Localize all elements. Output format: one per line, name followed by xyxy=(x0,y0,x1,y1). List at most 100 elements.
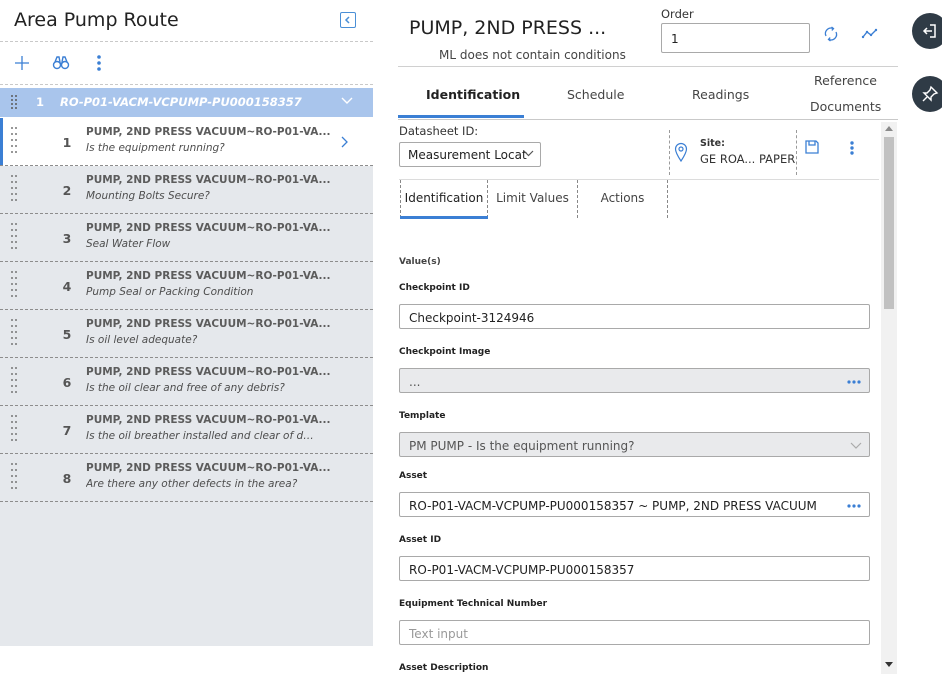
order-input[interactable]: 1 xyxy=(661,23,810,53)
item-title: PUMP, 2ND PRESS VACUUM~RO-P01-VA... xyxy=(86,318,331,330)
item-title: PUMP, 2ND PRESS VACUUM~RO-P01-VA... xyxy=(86,462,331,474)
scrollbar-thumb[interactable] xyxy=(884,137,894,309)
collapse-left-icon xyxy=(344,16,350,24)
ellipsis-icon[interactable] xyxy=(847,380,861,384)
drag-handle-icon[interactable] xyxy=(10,94,18,112)
drag-handle-icon[interactable] xyxy=(10,126,18,158)
drag-handle-icon[interactable] xyxy=(10,366,18,398)
checkpoint-image-field[interactable]: ... xyxy=(399,368,870,393)
values-section-label: Value(s) xyxy=(399,257,441,267)
chevron-down-icon xyxy=(850,442,862,449)
checkpoint-list: 1 PUMP, 2ND PRESS VACUUM~RO-P01-VA... Is… xyxy=(0,118,373,502)
drag-handle-icon[interactable] xyxy=(10,318,18,350)
vertical-ellipsis-icon xyxy=(97,55,101,71)
list-item[interactable]: 4 PUMP, 2ND PRESS VACUUM~RO-P01-VA... Pu… xyxy=(0,262,373,310)
route-header[interactable]: 1 RO-P01-VACM-VCPUMP-PU000158357 xyxy=(0,88,373,117)
chevron-right-icon[interactable] xyxy=(341,136,349,148)
vertical-ellipsis-icon[interactable] xyxy=(846,140,858,156)
list-empty-area xyxy=(0,502,373,646)
item-number: 2 xyxy=(62,183,72,198)
exit-icon xyxy=(922,24,936,38)
site-value: GE ROA... PAPER xyxy=(700,152,796,166)
list-item[interactable]: 8 PUMP, 2ND PRESS VACUUM~RO-P01-VA... Ar… xyxy=(0,454,373,502)
add-button[interactable] xyxy=(11,52,33,74)
template-select[interactable]: PM PUMP - Is the equipment running? xyxy=(399,432,870,457)
item-subtitle: Is the oil clear and free of any debris? xyxy=(86,382,285,394)
divider xyxy=(398,119,898,120)
drag-handle-icon[interactable] xyxy=(10,462,18,494)
list-item[interactable]: 7 PUMP, 2ND PRESS VACUUM~RO-P01-VA... Is… xyxy=(0,406,373,454)
template-value: PM PUMP - Is the equipment running? xyxy=(409,439,635,453)
refresh-icon[interactable] xyxy=(822,25,840,43)
collapse-panel-button[interactable] xyxy=(340,12,356,28)
asset-description-label: Asset Description xyxy=(399,663,489,673)
exit-button[interactable] xyxy=(912,13,942,49)
pin-icon xyxy=(922,85,939,102)
equipment-technical-number-label: Equipment Technical Number xyxy=(399,599,548,609)
subtab-limit-values[interactable]: Limit Values xyxy=(488,180,578,218)
item-number: 7 xyxy=(62,423,72,438)
checkpoint-id-input[interactable]: Checkpoint-3124946 xyxy=(399,304,870,329)
ellipsis-icon[interactable] xyxy=(847,504,861,508)
item-title: PUMP, 2ND PRESS VACUUM~RO-P01-VA... xyxy=(86,270,331,282)
drag-handle-icon[interactable] xyxy=(10,414,18,446)
asset-field[interactable]: RO-P01-VACM-VCPUMP-PU000158357 ~ PUMP, 2… xyxy=(399,492,870,517)
pin-button[interactable] xyxy=(912,76,942,112)
drag-handle-icon[interactable] xyxy=(10,270,18,302)
item-subtitle: Is oil level adequate? xyxy=(86,334,198,346)
item-number: 5 xyxy=(62,327,72,342)
route-number: 1 xyxy=(36,95,45,109)
save-icon[interactable] xyxy=(804,139,820,155)
find-button[interactable] xyxy=(50,52,72,74)
datasheet-label: Datasheet ID: xyxy=(399,124,479,138)
scroll-up-arrow-icon[interactable] xyxy=(885,126,893,131)
list-item[interactable]: 1 PUMP, 2ND PRESS VACUUM~RO-P01-VA... Is… xyxy=(0,118,373,166)
plus-icon xyxy=(15,56,29,70)
item-subtitle: Are there any other defects in the area? xyxy=(86,478,298,490)
item-title: PUMP, 2ND PRESS VACUUM~RO-P01-VA... xyxy=(86,126,331,138)
tab-schedule[interactable]: Schedule xyxy=(567,87,624,102)
location-pin-icon xyxy=(674,142,688,162)
subtab-identification[interactable]: Identification xyxy=(400,180,488,218)
ml-status-text: ML does not contain conditions xyxy=(439,48,626,62)
divider xyxy=(669,130,670,175)
side-action-bar xyxy=(898,0,942,678)
divider xyxy=(0,84,373,85)
checkpoint-image-value: ... xyxy=(409,375,421,389)
list-item[interactable]: 6 PUMP, 2ND PRESS VACUUM~RO-P01-VA... Is… xyxy=(0,358,373,406)
chevron-down-icon xyxy=(523,150,534,157)
tab-reference-documents[interactable]: Reference xyxy=(814,73,877,88)
equipment-technical-number-input[interactable]: Text input xyxy=(399,620,870,645)
scroll-down-arrow-icon[interactable] xyxy=(885,662,893,667)
datasheet-select[interactable]: Measurement Locat xyxy=(399,142,541,167)
item-number: 1 xyxy=(62,135,72,150)
item-number: 8 xyxy=(62,471,72,486)
item-subtitle: Is the equipment running? xyxy=(86,142,225,154)
item-number: 3 xyxy=(62,231,72,246)
route-label: RO-P01-VACM-VCPUMP-PU000158357 xyxy=(60,95,302,109)
tab-identification[interactable]: Identification xyxy=(426,87,520,102)
item-subtitle: Mounting Bolts Secure? xyxy=(86,190,210,202)
item-title: PUMP, 2ND PRESS VACUUM~RO-P01-VA... xyxy=(86,222,331,234)
site-label: Site: xyxy=(700,138,725,149)
route-panel: Area Pump Route 1 RO-P01-VACM-VCPUMP-PU0… xyxy=(0,0,373,678)
drag-handle-icon[interactable] xyxy=(10,174,18,206)
chevron-down-icon[interactable] xyxy=(341,97,353,105)
asset-value: RO-P01-VACM-VCPUMP-PU000158357 ~ PUMP, 2… xyxy=(409,499,817,513)
item-number: 4 xyxy=(62,279,72,294)
trend-chart-icon[interactable] xyxy=(861,25,879,43)
list-item[interactable]: 2 PUMP, 2ND PRESS VACUUM~RO-P01-VA... Mo… xyxy=(0,166,373,214)
datasheet-select-value: Measurement Locat xyxy=(408,148,527,162)
asset-id-label: Asset ID xyxy=(399,535,442,545)
tab-readings[interactable]: Readings xyxy=(692,87,749,102)
list-item[interactable]: 3 PUMP, 2ND PRESS VACUUM~RO-P01-VA... Se… xyxy=(0,214,373,262)
drag-handle-icon[interactable] xyxy=(10,222,18,254)
tab-reference-documents-line2[interactable]: Documents xyxy=(810,99,881,114)
active-subtab-indicator xyxy=(400,216,488,219)
subtab-actions[interactable]: Actions xyxy=(578,180,668,218)
list-item[interactable]: 5 PUMP, 2ND PRESS VACUUM~RO-P01-VA... Is… xyxy=(0,310,373,358)
item-subtitle: Pump Seal or Packing Condition xyxy=(86,286,254,298)
more-options-button[interactable] xyxy=(88,52,110,74)
details-panel: PUMP, 2ND PRESS ... ML does not contain … xyxy=(373,0,898,678)
asset-id-input[interactable]: RO-P01-VACM-VCPUMP-PU000158357 xyxy=(399,556,870,581)
